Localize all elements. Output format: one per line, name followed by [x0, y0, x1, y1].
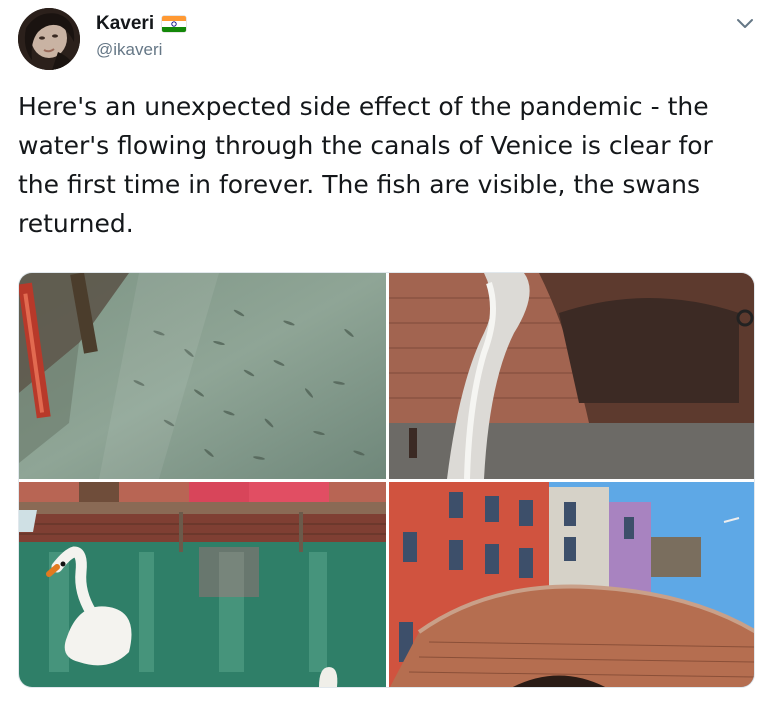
name-row: Kaveri [96, 13, 187, 35]
clear-canal-fish-photo[interactable] [19, 273, 386, 479]
chevron-down-icon[interactable] [733, 12, 757, 36]
india-flag-icon [162, 16, 187, 32]
colorful-houses-bridge-photo[interactable] [389, 482, 754, 687]
swan-canal-photo[interactable] [19, 482, 386, 687]
media-grid [18, 272, 755, 688]
avatar-photo [18, 8, 80, 70]
stone-bridge-canal-photo[interactable] [389, 273, 754, 479]
user-handle[interactable]: @ikaveri [96, 40, 162, 60]
tweet-header: Kaveri @ikaveri [0, 0, 770, 80]
tweet-text: Here's an unexpected side effect of the … [18, 92, 713, 238]
display-name[interactable]: Kaveri [96, 13, 154, 35]
avatar[interactable] [18, 8, 80, 70]
